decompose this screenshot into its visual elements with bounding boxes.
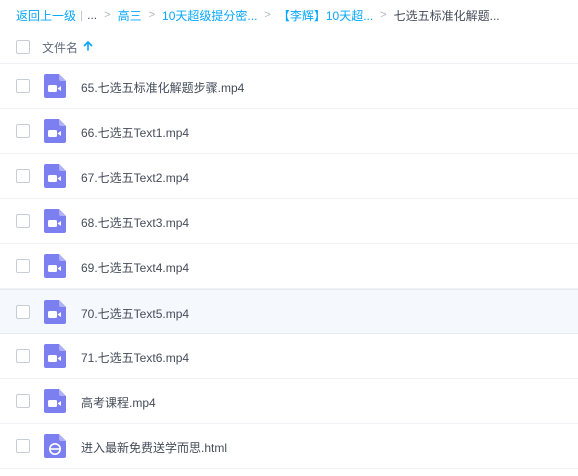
row-checkbox[interactable] bbox=[16, 259, 30, 273]
sort-ascending-icon[interactable] bbox=[82, 40, 94, 52]
video-file-icon bbox=[44, 254, 66, 278]
back-link[interactable]: 返回上一级 bbox=[16, 7, 76, 24]
video-file-icon bbox=[44, 389, 66, 413]
row-checkbox[interactable] bbox=[16, 124, 30, 138]
breadcrumb-separator: > bbox=[380, 9, 387, 21]
video-file-icon bbox=[44, 300, 66, 324]
row-checkbox[interactable] bbox=[16, 439, 30, 453]
breadcrumb-item-course[interactable]: 10天超级提分密... bbox=[162, 7, 257, 24]
file-row[interactable]: 高考课程.mp4 bbox=[0, 379, 578, 424]
file-row[interactable]: 69.七选五Text4.mp4 bbox=[0, 244, 578, 289]
file-row[interactable]: 65.七选五标准化解题步骤.mp4 bbox=[0, 64, 578, 109]
file-row[interactable]: 进入最新免费送学而思.html bbox=[0, 424, 578, 469]
file-name[interactable]: 71.七选五Text6.mp4 bbox=[81, 349, 189, 366]
file-row[interactable]: 71.七选五Text6.mp4 bbox=[0, 334, 578, 379]
file-row[interactable]: 68.七选五Text3.mp4 bbox=[0, 199, 578, 244]
row-checkbox[interactable] bbox=[16, 349, 30, 363]
breadcrumb-separator: > bbox=[104, 9, 111, 21]
file-list: 65.七选五标准化解题步骤.mp4 66.七选五Text1.mp4 67.七选五Te… bbox=[0, 64, 578, 469]
file-row[interactable]: 66.七选五Text1.mp4 bbox=[0, 109, 578, 154]
file-name[interactable]: 高考课程.mp4 bbox=[81, 394, 156, 411]
video-file-icon bbox=[44, 209, 66, 233]
breadcrumb-ellipsis[interactable]: ... bbox=[87, 8, 97, 22]
file-name[interactable]: 69.七选五Text4.mp4 bbox=[81, 259, 189, 276]
breadcrumb-current: 七选五标准化解题... bbox=[393, 8, 500, 23]
video-file-icon bbox=[44, 74, 66, 98]
select-all-checkbox[interactable] bbox=[16, 40, 30, 54]
row-checkbox[interactable] bbox=[16, 79, 30, 93]
breadcrumb-item-gaosan[interactable]: 高三 bbox=[118, 7, 142, 24]
video-file-icon bbox=[44, 164, 66, 188]
file-name[interactable]: 进入最新免费送学而思.html bbox=[81, 439, 227, 456]
file-name[interactable]: 65.七选五标准化解题步骤.mp4 bbox=[81, 79, 244, 96]
row-checkbox[interactable] bbox=[16, 305, 30, 319]
file-row[interactable]: 70.七选五Text5.mp4 bbox=[0, 289, 578, 334]
breadcrumb-separator: > bbox=[148, 9, 156, 21]
row-checkbox[interactable] bbox=[16, 214, 30, 228]
row-checkbox[interactable] bbox=[16, 169, 30, 183]
row-checkbox[interactable] bbox=[16, 394, 30, 408]
breadcrumb-item-lihui[interactable]: 【李辉】10天超... bbox=[278, 7, 373, 24]
breadcrumb-divider: | bbox=[80, 8, 84, 22]
video-file-icon bbox=[44, 119, 66, 143]
file-row[interactable]: 67.七选五Text2.mp4 bbox=[0, 154, 578, 199]
file-name[interactable]: 67.七选五Text2.mp4 bbox=[81, 169, 189, 186]
file-name[interactable]: 66.七选五Text1.mp4 bbox=[81, 124, 189, 141]
file-name[interactable]: 70.七选五Text5.mp4 bbox=[81, 305, 189, 322]
breadcrumb: 返回上一级 | ... > 高三 > 10天超级提分密... > 【李辉】10天… bbox=[0, 0, 578, 30]
breadcrumb-separator: > bbox=[264, 9, 271, 21]
web-file-icon bbox=[44, 434, 66, 458]
name-column-header[interactable]: 文件名 bbox=[42, 39, 78, 56]
list-header: 文件名 bbox=[0, 30, 578, 64]
video-file-icon bbox=[44, 344, 66, 368]
file-name[interactable]: 68.七选五Text3.mp4 bbox=[81, 214, 189, 231]
